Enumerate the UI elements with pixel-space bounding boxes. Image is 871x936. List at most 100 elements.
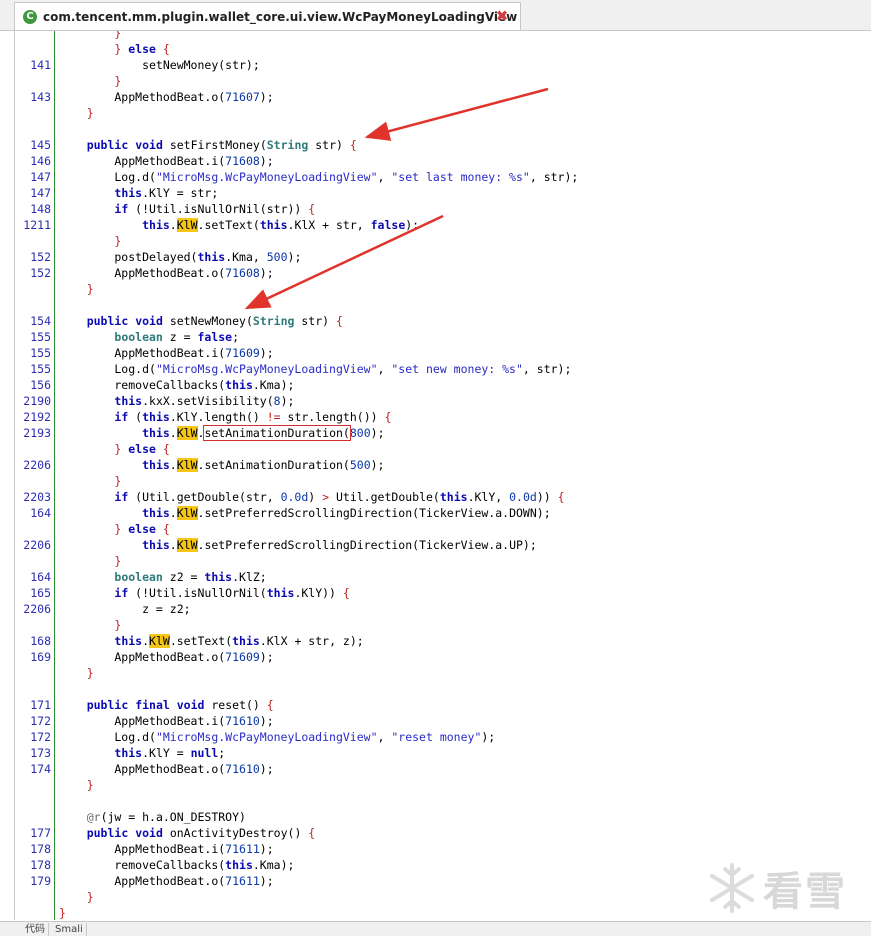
code-line: 173 this.KlY = null; [15, 745, 871, 761]
code-line: 2206 z = z2; [15, 601, 871, 617]
code-token: public [86, 826, 129, 840]
code-line: 152 AppMethodBeat.o(71608); [15, 265, 871, 281]
code-line: 155 AppMethodBeat.i(71609); [15, 345, 871, 361]
code-token: final [135, 698, 170, 712]
code-token: public [86, 138, 129, 152]
code-text: postDelayed(this.Kma, 500); [59, 249, 301, 265]
code-text: AppMethodBeat.i(71610); [59, 713, 274, 729]
line-number: 2206 [23, 602, 51, 616]
code-token: (!Util.isNullOrNil( [128, 586, 267, 600]
code-line: 171 public final void reset() { [15, 697, 871, 713]
code-text: this.KlW.setText(this.KlX + str, z); [59, 633, 364, 649]
code-token: != [266, 410, 281, 424]
code-token: .KlY)) [294, 586, 343, 600]
code-token: .KlY, [467, 490, 510, 504]
code-token: ); [259, 714, 274, 728]
line-number: 165 [30, 586, 51, 600]
code-token: ); [287, 250, 302, 264]
code-text: this.KlW.setPreferredScrollingDirection(… [59, 505, 551, 521]
code-text: } [59, 665, 94, 681]
line-number: 2192 [23, 410, 51, 424]
code-token: "MicroMsg.WcPayMoneyLoadingView" [155, 362, 378, 376]
code-token: this [114, 394, 143, 408]
code-token: Log.d( [59, 730, 156, 744]
code-line: } else { [15, 441, 871, 457]
code-token: . [169, 506, 177, 520]
line-number: 177 [30, 826, 51, 840]
tab-smali[interactable]: Smali [52, 923, 87, 936]
code-token: AppMethodBeat.i( [59, 714, 226, 728]
code-token: ) [308, 490, 323, 504]
code-token: setNewMoney(str); [59, 58, 260, 72]
code-token: 8 [273, 394, 281, 408]
code-line: 148 if (!Util.isNullOrNil(str)) { [15, 201, 871, 217]
code-token: boolean [114, 330, 163, 344]
close-icon[interactable]: ✖ [494, 8, 510, 24]
line-number: 2206 [23, 538, 51, 552]
code-text: removeCallbacks(this.Kma); [59, 857, 294, 873]
code-line: 155 Log.d("MicroMsg.WcPayMoneyLoadingVie… [15, 361, 871, 377]
code-text: Log.d("MicroMsg.WcPayMoneyLoadingView", … [59, 729, 495, 745]
editor-tab-bar: C com.tencent.mm.plugin.wallet_core.ui.v… [0, 0, 871, 31]
code-line: 172 Log.d("MicroMsg.WcPayMoneyLoadingVie… [15, 729, 871, 745]
line-number: 172 [30, 730, 51, 744]
class-icon: C [23, 9, 37, 24]
code-text: if (Util.getDouble(str, 0.0d) > Util.get… [59, 489, 564, 505]
code-text: if (this.KlY.length() != str.length()) { [59, 409, 391, 425]
code-text: } [59, 233, 121, 249]
code-token: } [86, 666, 94, 680]
code-token: .KlY.length() [169, 410, 267, 424]
code-token: String [266, 138, 309, 152]
code-token: AppMethodBeat.o( [59, 650, 226, 664]
code-line: } else { [15, 41, 871, 57]
code-token: 71610 [225, 714, 260, 728]
code-token: } [114, 554, 122, 568]
code-text: setNewMoney(str); [59, 57, 260, 73]
tab-wcpay-money-loading-view[interactable]: C com.tencent.mm.plugin.wallet_core.ui.v… [14, 2, 521, 30]
line-number: 146 [30, 154, 51, 168]
code-token: { [384, 410, 392, 424]
code-token: , [377, 730, 392, 744]
watermark-text: 看雪 [763, 869, 847, 915]
code-text: } [59, 553, 121, 569]
code-token: public [86, 698, 129, 712]
code-token: } [86, 282, 94, 296]
code-text: this.KlW.setPreferredScrollingDirection(… [59, 537, 537, 553]
code-token: 800 [349, 426, 371, 440]
code-token: . [169, 426, 177, 440]
line-number: 178 [30, 842, 51, 856]
code-token: , [377, 362, 392, 376]
code-text: AppMethodBeat.o(71607); [59, 89, 273, 105]
highlighted-identifier: KlW [176, 218, 198, 232]
code-text: } else { [59, 41, 169, 57]
code-line: 147 Log.d("MicroMsg.WcPayMoneyLoadingVie… [15, 169, 871, 185]
code-token: removeCallbacks( [59, 378, 226, 392]
code-line: 2206 this.KlW.setPreferredScrollingDirec… [15, 537, 871, 553]
code-text: } [59, 473, 121, 489]
code-editor[interactable]: } } else {141 setNewMoney(str); } 143 App… [14, 31, 871, 920]
code-text: @r(jw = h.a.ON_DESTROY) [59, 809, 246, 825]
code-text: AppMethodBeat.i(71609); [59, 345, 273, 361]
code-token: this [114, 746, 143, 760]
code-token: } [59, 906, 66, 920]
code-token: this [142, 218, 170, 232]
code-text: AppMethodBeat.i(71608); [59, 153, 273, 169]
code-token: z2 = [162, 570, 205, 584]
line-number: 145 [30, 138, 51, 152]
code-line: 164 this.KlW.setPreferredScrollingDirect… [15, 505, 871, 521]
code-line: 152 postDelayed(this.Kma, 500); [15, 249, 871, 265]
code-token: (Util.getDouble(str, [128, 490, 281, 504]
code-line: } [15, 73, 871, 89]
code-token: { [308, 202, 316, 216]
code-text: } [59, 281, 94, 297]
code-text: if (!Util.isNullOrNil(this.KlY)) { [59, 585, 349, 601]
tab-code[interactable]: 代码 [22, 923, 49, 936]
